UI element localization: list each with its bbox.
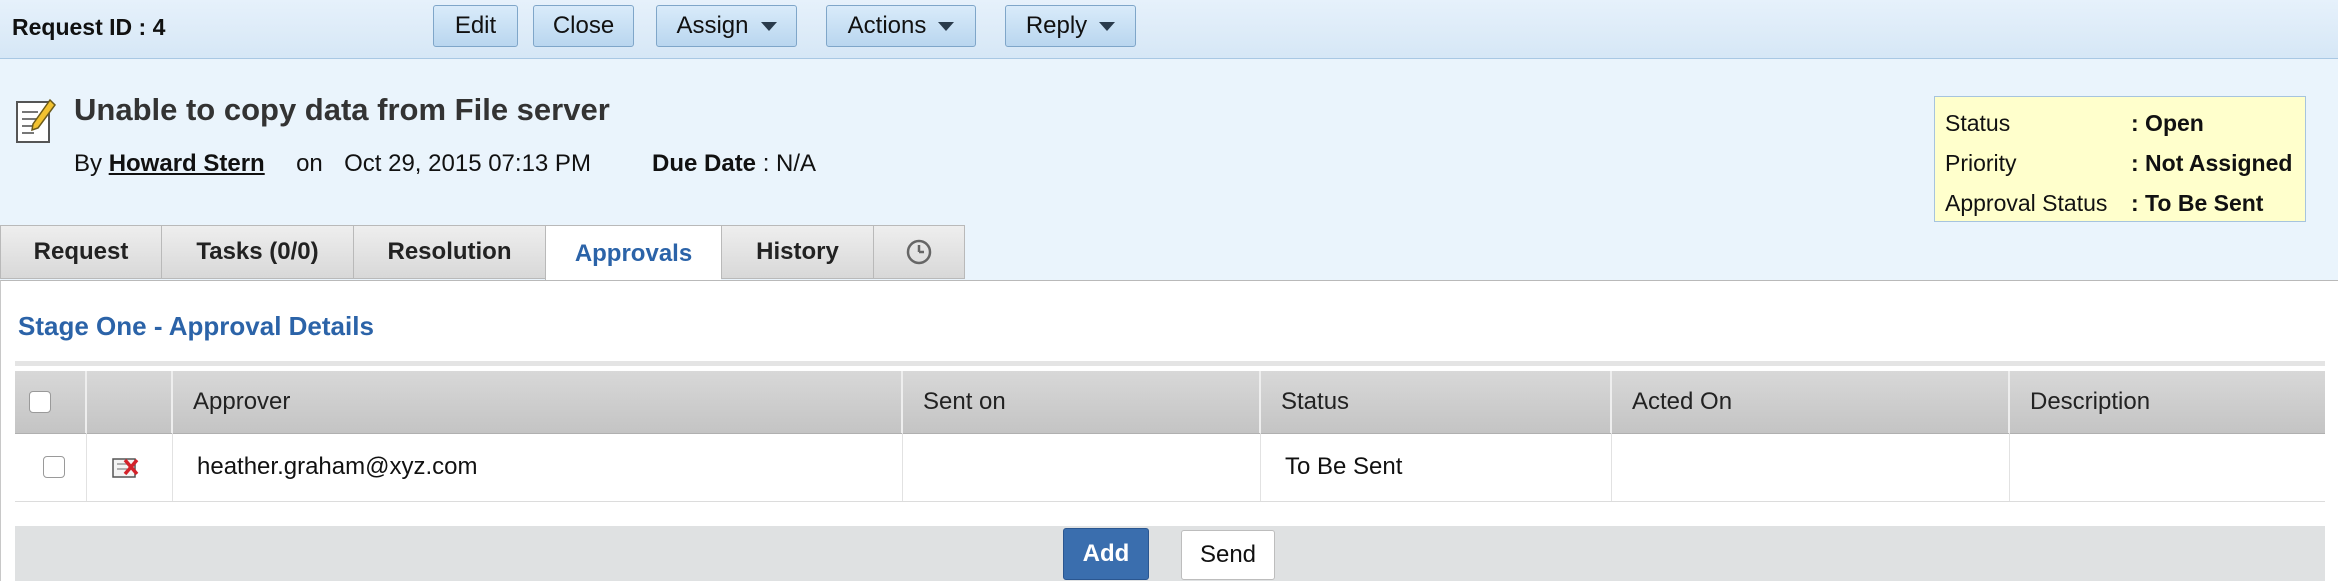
clock-icon: [906, 239, 932, 265]
status-cell: To Be Sent: [1261, 433, 1612, 501]
request-tabs: Request Tasks (0/0) Resolution Approvals…: [0, 225, 965, 281]
request-title: Unable to copy data from File server: [74, 92, 610, 127]
status-row: Status : Open: [1945, 103, 2305, 143]
author-link[interactable]: Howard Stern: [109, 150, 265, 177]
reply-button-label: Reply: [1025, 12, 1088, 39]
created-date: Oct 29, 2015 07:13 PM: [344, 150, 591, 177]
assign-dropdown-button[interactable]: Assign: [656, 5, 797, 47]
top-toolbar: Request ID : 4 Edit Close Assign Actions…: [0, 0, 2338, 59]
approver-cell: heather.graham@xyz.com: [173, 433, 903, 501]
status-summary-box: Status : Open Priority : Not Assigned Ap…: [1934, 96, 2306, 222]
status-label: Status: [1945, 109, 2011, 136]
tab-tasks[interactable]: Tasks (0/0): [161, 225, 353, 279]
stage-title: Stage One - Approval Details: [18, 311, 374, 341]
due-date-label: Due Date: [652, 150, 757, 177]
tab-request[interactable]: Request: [0, 225, 161, 279]
row-checkbox[interactable]: [43, 456, 65, 478]
row-icon-cell: [87, 433, 173, 501]
icon-column-header: [87, 371, 173, 433]
row-select-cell: [15, 433, 87, 501]
tab-history[interactable]: History: [721, 225, 873, 279]
edit-button[interactable]: Edit: [433, 5, 518, 47]
priority-row: Priority : Not Assigned: [1945, 143, 2305, 183]
actions-dropdown-button[interactable]: Actions: [826, 5, 976, 47]
send-approval-button[interactable]: Send: [1181, 530, 1275, 580]
column-header-description[interactable]: Description: [2010, 371, 2325, 433]
request-id: Request ID : 4: [12, 14, 166, 40]
column-header-approver[interactable]: Approver: [173, 371, 903, 433]
due-date-value: : N/A: [762, 150, 817, 177]
sent-on-cell: [903, 433, 1261, 501]
status-value: : Open: [2131, 109, 2204, 136]
select-all-cell: [15, 371, 87, 433]
tab-timeline[interactable]: [873, 225, 965, 279]
approval-actions-bar: Add Send: [15, 526, 2325, 581]
tab-approvals[interactable]: Approvals: [545, 225, 721, 281]
acted-on-cell: [1612, 433, 2010, 501]
approval-status-value: : To Be Sent: [2131, 189, 2264, 216]
on-label: on: [296, 150, 323, 177]
delete-approver-icon[interactable]: [111, 454, 141, 480]
actions-button-label: Actions: [847, 12, 927, 39]
priority-label: Priority: [1945, 149, 2017, 176]
column-header-sent-on[interactable]: Sent on: [903, 371, 1261, 433]
assign-button-label: Assign: [676, 12, 749, 39]
request-byline: By Howard Stern on Oct 29, 2015 07:13 PM: [74, 150, 591, 178]
edit-button-label: Edit: [454, 12, 497, 39]
column-header-status[interactable]: Status: [1261, 371, 1612, 433]
chevron-down-icon: [938, 21, 955, 31]
tab-resolution[interactable]: Resolution: [353, 225, 545, 279]
approvals-panel: Stage One - Approval Details Approver Se…: [0, 280, 2338, 581]
description-cell: [2010, 433, 2325, 501]
approval-status-row: Approval Status : To Be Sent: [1945, 183, 2305, 223]
request-edit-icon: [16, 98, 56, 144]
priority-value: : Not Assigned: [2131, 149, 2293, 176]
table-row: heather.graham@xyz.com To Be Sent: [15, 433, 2325, 502]
chevron-down-icon: [760, 21, 777, 31]
due-date: Due Date : N/A: [652, 150, 816, 178]
select-all-checkbox[interactable]: [29, 391, 51, 413]
approval-status-label: Approval Status: [1945, 189, 2108, 216]
add-approver-button[interactable]: Add: [1063, 528, 1149, 580]
chevron-down-icon: [1099, 21, 1116, 31]
divider: [15, 361, 2325, 366]
by-label: By: [74, 150, 103, 177]
close-button-label: Close: [552, 12, 615, 39]
close-button[interactable]: Close: [533, 5, 634, 47]
approvals-table-header: Approver Sent on Status Acted On Descrip…: [15, 371, 2325, 434]
column-header-acted-on[interactable]: Acted On: [1612, 371, 2010, 433]
reply-dropdown-button[interactable]: Reply: [1005, 5, 1136, 47]
